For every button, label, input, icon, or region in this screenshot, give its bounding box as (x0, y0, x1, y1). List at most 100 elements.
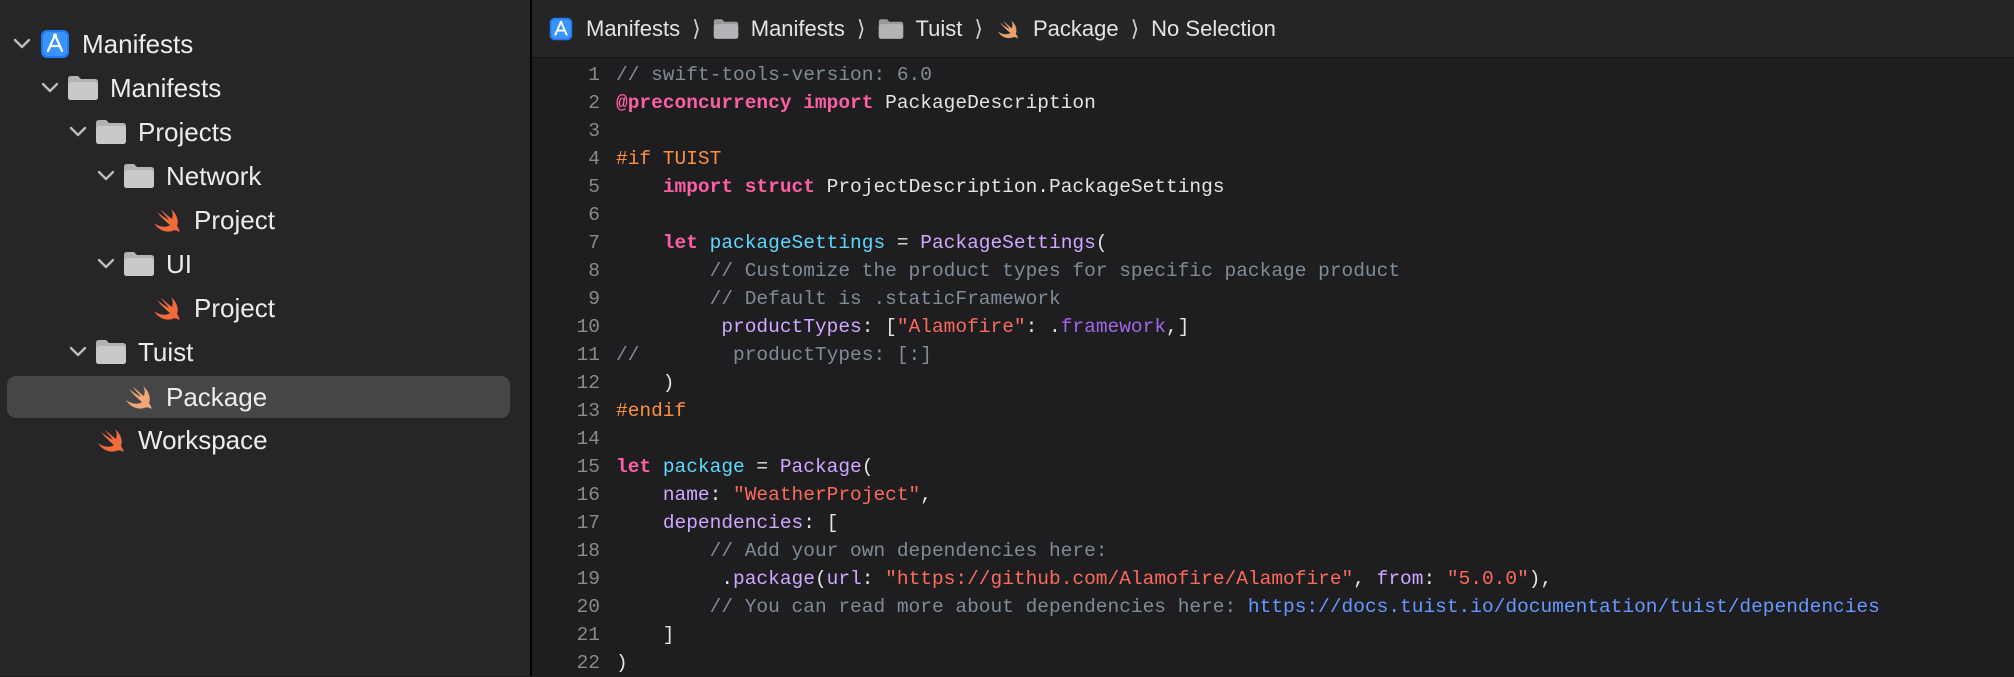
breadcrumb-label: Tuist (915, 15, 963, 41)
code-token: ), (1528, 568, 1553, 590)
folder-icon (713, 17, 739, 41)
code-line[interactable]: 8 // Customize the product types for spe… (532, 257, 2014, 285)
code-line[interactable]: 17 dependencies: [ (532, 509, 2014, 537)
chevron-down-icon[interactable] (12, 34, 32, 54)
tree-item-manifests-root[interactable]: Manifests (0, 24, 530, 64)
tree-item-ui-project[interactable]: Project (0, 288, 530, 328)
chevron-down-icon[interactable] (68, 342, 88, 362)
tree-item-network-folder[interactable]: Network (0, 156, 530, 196)
code-editor[interactable]: Manifests ⟩ Manifests ⟩ Tuist ⟩ Package … (532, 0, 2014, 676)
tree-item-label: Network (166, 160, 262, 191)
code-link[interactable]: https://docs.tuist.io/documentation/tuis… (1248, 596, 1880, 618)
code-line[interactable]: 13 #endif (532, 397, 2014, 425)
breadcrumb-item-manifests[interactable]: Manifests (713, 16, 845, 42)
line-source: #if TUIST (616, 148, 721, 170)
tree-item-label: UI (166, 248, 192, 279)
code-line[interactable]: 5 import struct ProjectDescription.Packa… (532, 173, 2014, 201)
code-line[interactable]: 9 // Default is .staticFramework (532, 285, 2014, 313)
tree-item-network-project[interactable]: Project (0, 200, 530, 240)
code-line[interactable]: 1 // swift-tools-version: 6.0 (532, 61, 2014, 89)
code-token: : (709, 484, 734, 506)
code-token: name (662, 484, 710, 506)
tree-item-projects-folder[interactable]: Projects (0, 112, 530, 152)
tree-item-workspace[interactable]: Workspace (0, 420, 530, 460)
code-token: PackageSettings (920, 232, 1096, 254)
code-line[interactable]: 2 @preconcurrency import PackageDescripti… (532, 89, 2014, 117)
swift-file-icon (150, 205, 184, 235)
code-token: ProjectDescription.PackageSettings (814, 176, 1225, 198)
code-line[interactable]: 22) (532, 649, 2014, 677)
code-line[interactable]: 19 .package(url: "https://github.com/Ala… (532, 565, 2014, 593)
tree-item-tuist-folder[interactable]: Tuist (0, 332, 530, 372)
chevron-down-icon[interactable] (40, 78, 60, 98)
code-line[interactable]: 6 (532, 201, 2014, 229)
code-line[interactable]: 14 (532, 425, 2014, 453)
line-source: import struct ProjectDescription.Package… (616, 176, 1225, 198)
chevron-down-icon[interactable] (96, 254, 116, 274)
code-line[interactable]: 10 productTypes: ["Alamofire": .framewor… (532, 313, 2014, 341)
code-area[interactable]: 1 // swift-tools-version: 6.0 2 @preconcurr… (532, 58, 2014, 676)
line-number: 12 (576, 372, 600, 394)
swift-file-icon (94, 425, 128, 455)
line-source: // You can read more about dependencies … (616, 596, 1880, 618)
line-number: 6 (588, 204, 600, 226)
code-line[interactable]: 7 let packageSettings = PackageSettings( (532, 229, 2014, 257)
code-line[interactable]: 4 #if TUIST (532, 145, 2014, 173)
code-token: framework (1060, 316, 1167, 338)
tree-item-package[interactable]: Package (0, 376, 530, 418)
code-line[interactable]: 16 name: "WeatherProject", (532, 481, 2014, 509)
code-line[interactable]: 12 ) (532, 369, 2014, 397)
folder-icon (122, 161, 156, 191)
chevron-down-icon[interactable] (96, 166, 116, 186)
line-source: dependencies: [ (616, 512, 839, 534)
code-line[interactable]: 18 // Add your own dependencies here: (532, 537, 2014, 565)
line-number: 3 (588, 120, 600, 142)
code-token: "WeatherProject" (733, 484, 921, 506)
code-token: , (920, 484, 932, 506)
code-token: : [ (803, 512, 839, 534)
breadcrumb-item-tuist[interactable]: Tuist (878, 15, 963, 42)
line-number: 15 (576, 456, 600, 478)
code-line[interactable]: 21 ] (532, 621, 2014, 649)
code-line[interactable]: 11 // productTypes: [:] (532, 341, 2014, 369)
breadcrumb-separator: ⟩ (1130, 15, 1140, 41)
folder-icon (94, 117, 128, 147)
code-token: , (1353, 568, 1377, 590)
code-line[interactable]: 15 let package = Package( (532, 453, 2014, 481)
code-token: // Customize the product types for speci… (709, 260, 1401, 282)
folder-icon (66, 73, 100, 103)
line-number: 5 (588, 176, 600, 198)
breadcrumb-item-no-selection[interactable]: No Selection (1151, 16, 1276, 42)
line-source: @preconcurrency import PackageDescriptio… (616, 92, 1096, 114)
code-token: ( (1095, 232, 1108, 254)
line-source: name: "WeatherProject", (616, 484, 932, 506)
code-token: #endif (616, 400, 687, 422)
code-token: productTypes (721, 316, 862, 338)
tree-item-manifests-folder[interactable]: Manifests (0, 68, 530, 108)
tree-item-label: Workspace (138, 424, 268, 455)
code-line[interactable]: 20 // You can read more about dependenci… (532, 593, 2014, 621)
breadcrumb-separator: ⟩ (856, 15, 866, 41)
folder-icon (94, 337, 128, 367)
tree-item-label: Tuist (138, 336, 194, 367)
line-number: 22 (576, 652, 600, 674)
code-token: import (662, 176, 734, 198)
breadcrumb-item-package[interactable]: Package (995, 16, 1119, 42)
swift-file-icon (150, 293, 184, 323)
tree-item-label: Project (194, 204, 275, 235)
code-token: package (662, 456, 745, 478)
line-number: 19 (576, 568, 600, 590)
code-token: ] (616, 624, 675, 646)
breadcrumb-item-project[interactable]: Manifests (548, 16, 680, 42)
tree-item-ui-folder[interactable]: UI (0, 244, 530, 284)
code-line[interactable]: 3 (532, 117, 2014, 145)
chevron-down-icon[interactable] (68, 122, 88, 142)
